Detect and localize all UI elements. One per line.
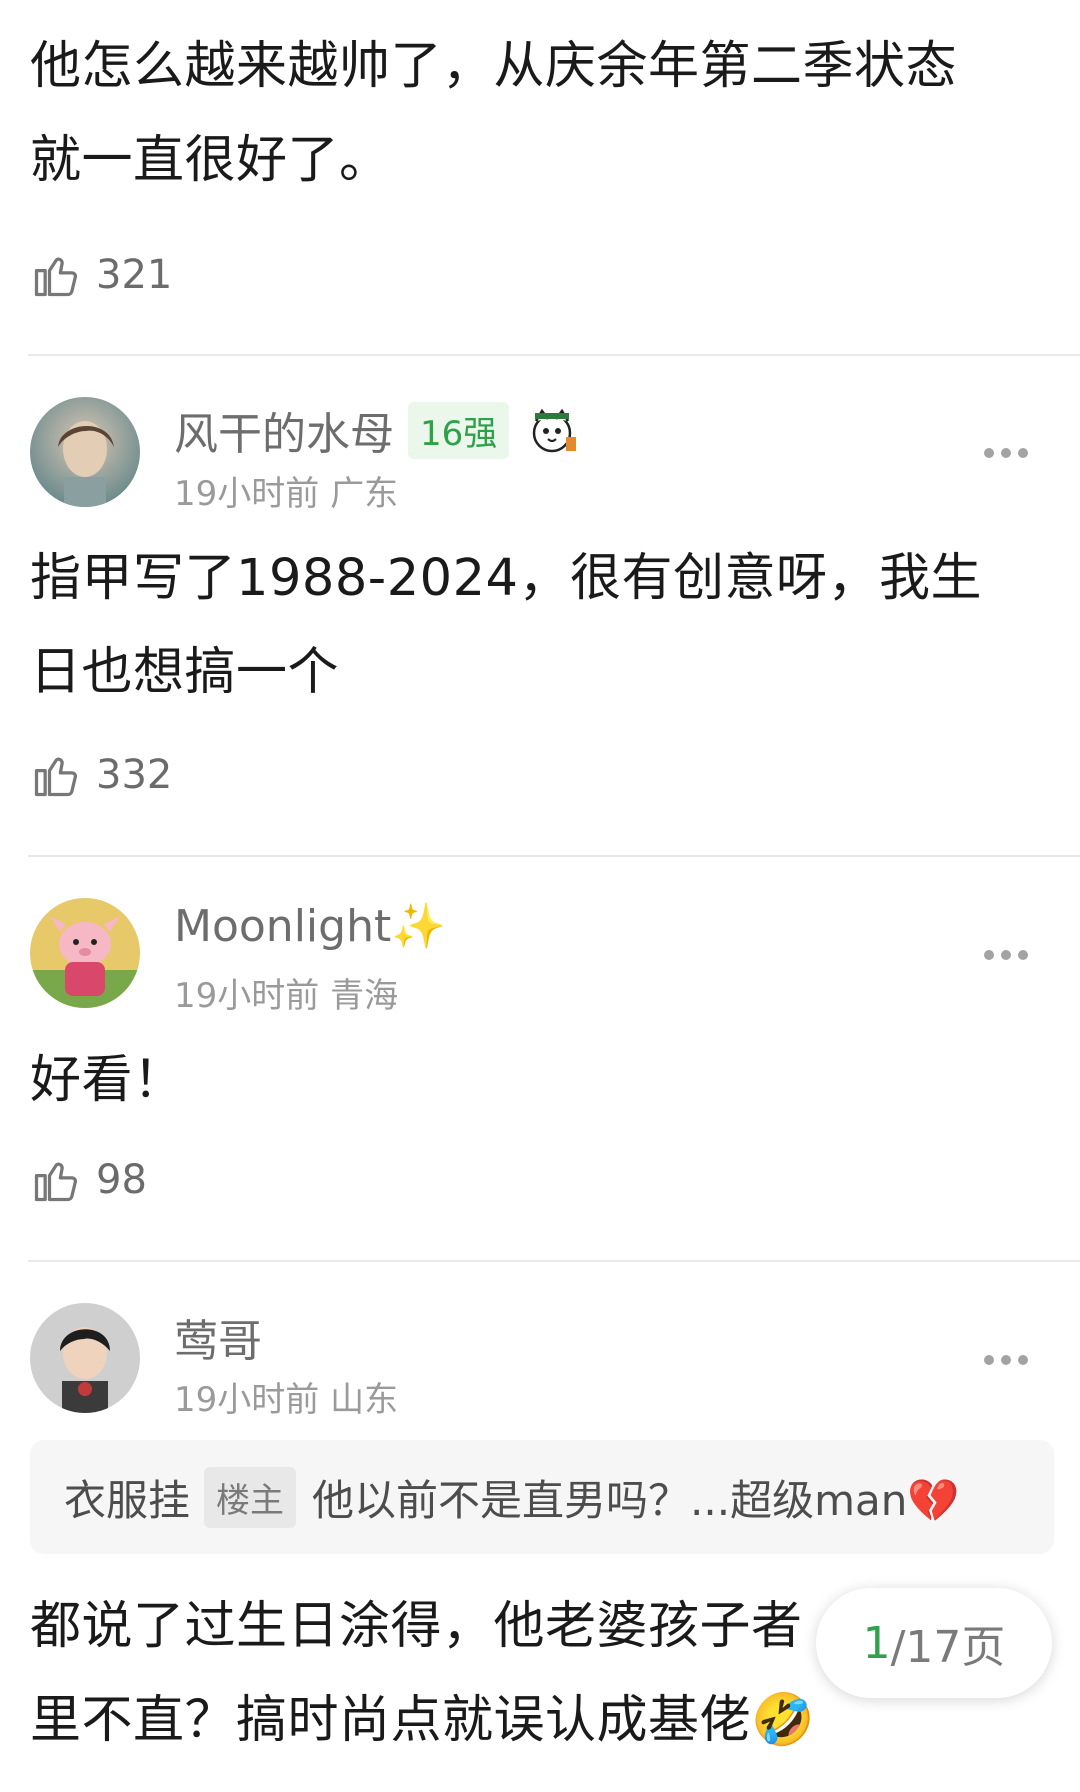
author-tag: 楼主 xyxy=(204,1466,297,1528)
username[interactable]: 莺哥 xyxy=(174,1305,262,1369)
comment-1-text: 他怎么越来越帅了，从庆余年第二季状态 就一直很好了。 xyxy=(30,37,958,190)
more-dots-icon[interactable] xyxy=(984,950,1028,960)
more-dots-icon[interactable] xyxy=(984,448,1028,458)
username[interactable]: 风干的水母 16强 xyxy=(174,398,581,462)
quoted-reply[interactable]: 衣服挂 楼主 他以前不是直男吗？...超级man💔 xyxy=(30,1440,1054,1554)
current-page: 1 xyxy=(862,1617,891,1669)
like-count: 321 xyxy=(96,252,173,298)
username-text[interactable]: 莺哥 xyxy=(174,1305,262,1369)
thumbs-up-icon xyxy=(34,1162,78,1202)
comment-3-text: 好看！ xyxy=(30,1051,185,1110)
like-button[interactable]: 332 xyxy=(30,745,172,805)
comment-2-text: 指甲写了1988-2024，很有创意呀，我生 日也想搞一个 xyxy=(30,549,982,702)
thumbs-up-icon xyxy=(34,757,78,797)
comment-meta: 19小时前 山东 xyxy=(174,1380,399,1420)
like-count: 332 xyxy=(96,752,173,798)
comment-meta: 19小时前 广东 xyxy=(174,474,399,514)
total-pages: /17页 xyxy=(890,1622,1006,1673)
more-dots-icon[interactable] xyxy=(984,1355,1028,1365)
page-indicator[interactable]: 1 /17页 xyxy=(816,1588,1052,1698)
like-count: 98 xyxy=(96,1157,147,1203)
quote-username[interactable]: 衣服挂 xyxy=(64,1467,190,1528)
divider xyxy=(28,855,1080,857)
username[interactable]: Moonlight✨ xyxy=(174,900,446,952)
like-button[interactable]: 321 xyxy=(30,245,172,305)
like-button[interactable]: 98 xyxy=(30,1150,147,1210)
avatar[interactable] xyxy=(30,898,140,1008)
divider xyxy=(28,354,1080,356)
username-text[interactable]: 风干的水母 xyxy=(174,398,394,462)
cartoon-cat-badge-icon xyxy=(533,408,577,453)
thumbs-up-icon xyxy=(34,257,78,297)
level-badge: 16强 xyxy=(408,401,510,459)
divider xyxy=(28,1260,1080,1262)
avatar[interactable] xyxy=(30,1303,140,1413)
quote-text: 他以前不是直男吗？...超级man💔 xyxy=(312,1475,960,1525)
comment-meta: 19小时前 青海 xyxy=(174,976,399,1016)
avatar[interactable] xyxy=(30,397,140,507)
username-text[interactable]: Moonlight✨ xyxy=(174,900,446,952)
